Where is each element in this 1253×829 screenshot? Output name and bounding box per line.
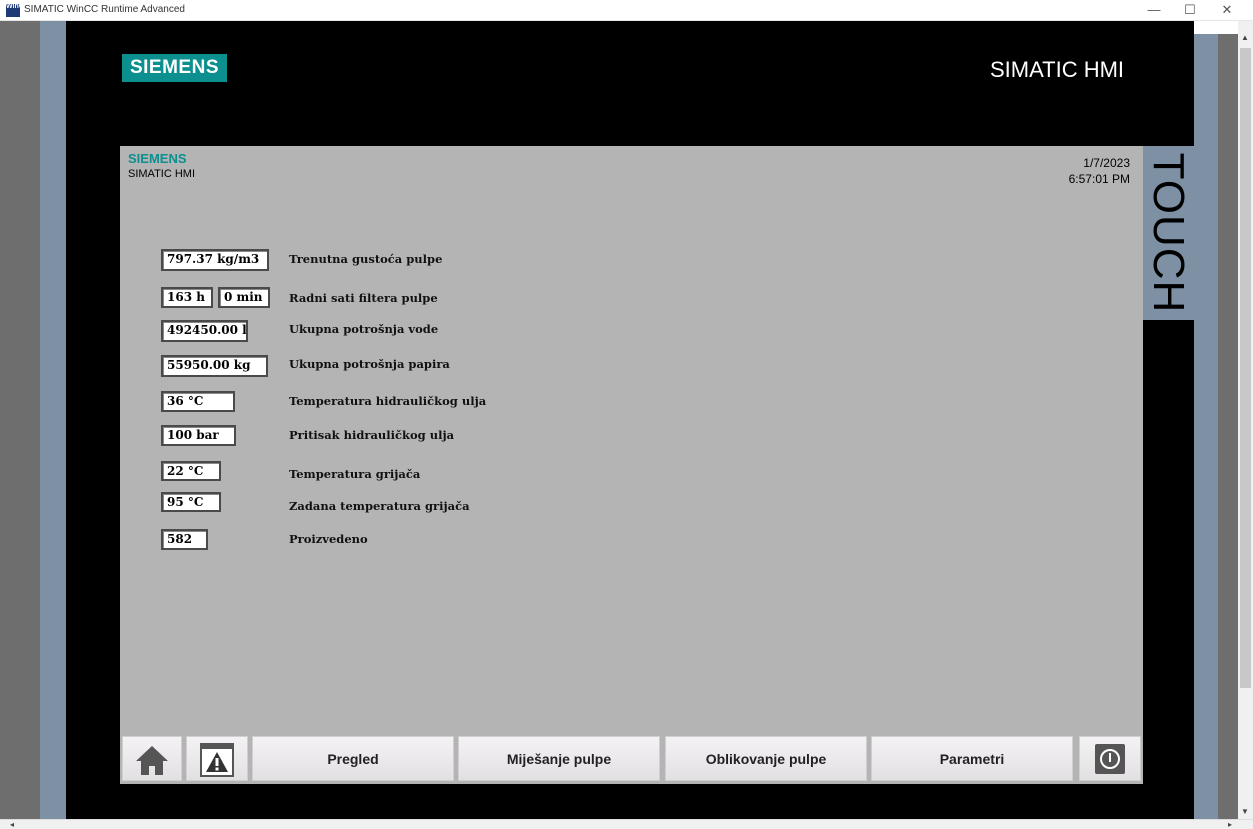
scroll-down-icon[interactable]: ▼ (1241, 807, 1249, 816)
heater-setpoint-field[interactable]: 95 °C (161, 492, 221, 512)
paper-consumption-field[interactable]: 55950.00 kg (161, 355, 268, 377)
vertical-scroll-thumb[interactable] (1240, 48, 1251, 688)
density-field[interactable]: 797.37 kg/m3 (161, 249, 269, 271)
filter-minutes-field[interactable]: 0 min (218, 287, 270, 308)
screen-product: SIMATIC HMI (128, 168, 196, 180)
scroll-left-icon[interactable]: ◂ (10, 820, 14, 829)
water-consumption-label: Ukupna potrošnja vode (289, 322, 439, 336)
screen-time: 6:57:01 PM (1068, 172, 1130, 186)
app-icon: WinCC (6, 4, 20, 17)
density-label: Trenutna gustoća pulpe (289, 252, 443, 266)
frame-right-blue (1194, 34, 1218, 819)
oil-pressure-field[interactable]: 100 bar (161, 425, 236, 446)
maximize-button[interactable]: ☐ (1171, 0, 1209, 21)
scroll-right-icon[interactable]: ▸ (1228, 820, 1232, 829)
paper-consumption-label: Ukupna potrošnja papira (289, 357, 450, 371)
bezel-product-label: SIMATIC HMI (990, 57, 1125, 82)
screen-brand: SIEMENS (128, 151, 187, 166)
nav-pregled-button[interactable]: Pregled (252, 736, 454, 781)
frame-left-gray (0, 21, 40, 819)
window-titlebar: WinCC SIMATIC WinCC Runtime Advanced — ☐… (0, 0, 1253, 21)
screen-date: 1/7/2023 (1083, 156, 1130, 170)
produced-count-field[interactable]: 582 (161, 529, 208, 550)
minimize-button[interactable]: — (1135, 0, 1173, 21)
horizontal-scrollbar[interactable]: ◂ ▸ (0, 819, 1253, 829)
hmi-screen (120, 146, 1143, 784)
power-button[interactable] (1079, 736, 1141, 781)
home-button[interactable] (122, 736, 182, 781)
frame-top (66, 21, 1194, 34)
nav-oblikovanje-pulpe-button[interactable]: Oblikovanje pulpe (665, 736, 867, 781)
produced-label: Proizvedeno (289, 532, 368, 546)
oil-pressure-label: Pritisak hidrauličkog ulja (289, 428, 455, 442)
warning-icon (200, 743, 234, 777)
nav-mijesanje-pulpe-button[interactable]: Miješanje pulpe (458, 736, 660, 781)
touch-label: TOUCH (1144, 152, 1193, 314)
close-button[interactable]: ✕ (1208, 0, 1246, 21)
heater-setpoint-label: Zadana temperatura grijača (289, 499, 470, 513)
filter-hours-label: Radni sati filtera pulpe (289, 291, 438, 305)
frame-left-blue (40, 21, 66, 819)
alarm-button[interactable] (186, 736, 248, 781)
frame-right-gray (1218, 34, 1238, 819)
scroll-up-icon[interactable]: ▲ (1241, 33, 1249, 42)
window-title: SIMATIC WinCC Runtime Advanced (24, 4, 185, 15)
home-icon (136, 746, 168, 775)
nav-parametri-button[interactable]: Parametri (871, 736, 1073, 781)
heater-temperature-label: Temperatura grijača (289, 467, 421, 481)
power-icon (1095, 744, 1125, 774)
filter-hours-field[interactable]: 163 h (161, 287, 213, 308)
water-consumption-field[interactable]: 492450.00 l (161, 320, 248, 342)
oil-temperature-field[interactable]: 36 °C (161, 391, 235, 412)
heater-temperature-field[interactable]: 22 °C (161, 461, 221, 481)
bezel-siemens-logo: SIEMENS (122, 54, 227, 82)
oil-temperature-label: Temperatura hidrauličkog ulja (289, 394, 487, 408)
